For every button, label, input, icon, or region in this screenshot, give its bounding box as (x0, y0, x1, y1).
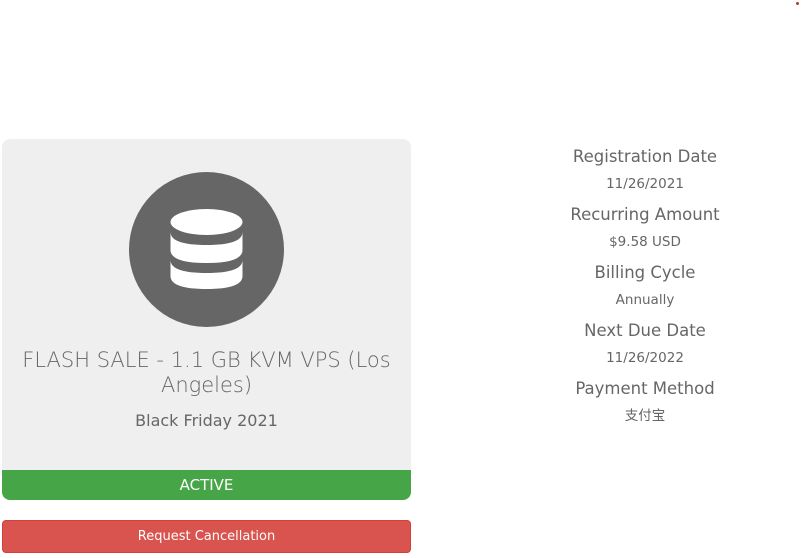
registration-date-label: Registration Date (572, 147, 718, 166)
status-badge: ACTIVE (2, 470, 411, 500)
recurring-amount-value: $9.58 USD (609, 234, 681, 250)
request-cancellation-button[interactable]: Request Cancellation (2, 520, 411, 553)
corner-indicator-dot (796, 2, 799, 5)
next-due-date-label: Next Due Date (584, 321, 706, 340)
next-due-date-value: 11/26/2022 (606, 350, 684, 366)
billing-cycle-value: Annually (615, 292, 675, 308)
service-details: Registration Date 11/26/2021 Recurring A… (488, 146, 802, 436)
payment-method-label: Payment Method (575, 379, 715, 398)
product-group: Black Friday 2021 (135, 411, 278, 430)
database-icon (170, 209, 243, 289)
product-card: FLASH SALE - 1.1 GB KVM VPS (Los Angeles… (2, 139, 411, 472)
payment-method-value: 支付宝 (624, 408, 666, 424)
product-name: FLASH SALE - 1.1 GB KVM VPS (Los Angeles… (22, 348, 391, 397)
recurring-amount-label: Recurring Amount (570, 205, 720, 224)
registration-date-value: 11/26/2021 (606, 176, 684, 192)
billing-cycle-label: Billing Cycle (594, 263, 696, 282)
product-icon-circle (129, 172, 284, 327)
